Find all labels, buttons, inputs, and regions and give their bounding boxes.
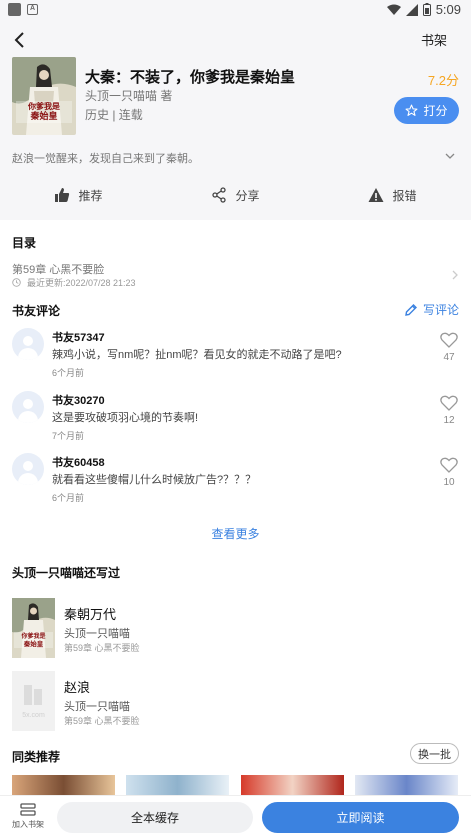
svg-text:你爹我是: 你爹我是: [27, 101, 60, 111]
clock: 5:09: [435, 2, 461, 17]
similar-book-cover[interactable]: [12, 775, 115, 795]
author-book-author: 头顶一只喵喵: [64, 701, 130, 713]
cache-all-button[interactable]: 全本缓存: [57, 802, 253, 833]
toc-update-text: 最近更新:2022/07/28 21:23: [27, 278, 136, 288]
author-book-chapter: 第59章 心黑不要脸: [64, 716, 140, 726]
battery-icon: [422, 3, 431, 16]
author-book-item[interactable]: 你爹我是 秦始皇 秦朝万代 头顶一只喵喵 第59章 心黑不要脸: [0, 598, 471, 660]
share-icon: [212, 187, 227, 203]
book-score: 7.2分: [427, 73, 459, 88]
book-author[interactable]: 头顶一只喵喵 著: [85, 87, 172, 104]
author-book-chapter: 第59章 心黑不要脸: [64, 643, 140, 653]
heart-icon[interactable]: [440, 332, 458, 348]
review-item: 书友30270 这是要攻破项羽心境的节奏啊! 7个月前 12: [0, 391, 471, 447]
similar-book-cover[interactable]: [355, 775, 458, 795]
placeholder-watermark: 5x.com: [22, 712, 45, 719]
similar-book-cover[interactable]: [126, 775, 229, 795]
review-text: 辣鸡小说，写nm呢？扯nm呢？看见女的就走不动路了是吧?: [52, 349, 342, 361]
clock-icon: [12, 278, 21, 287]
review-user: 书友60458: [52, 457, 105, 469]
review-item: 书友57347 辣鸡小说，写nm呢？扯nm呢？看见女的就走不动路了是吧? 6个月…: [0, 328, 471, 384]
review-time: 7个月前: [52, 431, 85, 441]
thumbs-up-icon: [55, 188, 70, 202]
chevron-right-icon[interactable]: [451, 270, 459, 280]
pencil-icon: [405, 303, 417, 316]
report-error-button[interactable]: 报错: [314, 180, 471, 210]
warning-icon: [368, 188, 384, 202]
read-now-button[interactable]: 立即阅读: [262, 802, 459, 833]
review-time: 6个月前: [52, 493, 85, 503]
action-row: 推荐 分享 报错: [0, 180, 471, 210]
add-to-shelf-button[interactable]: 加入书架: [8, 803, 48, 830]
swap-batch-button[interactable]: 换一批: [410, 743, 459, 764]
rate-button[interactable]: 打分: [394, 97, 459, 124]
author-book-title: 秦朝万代: [64, 607, 117, 622]
review-text: 就看看这些傻帽儿什么时候放广告?？？？: [52, 474, 257, 486]
book-genre: 历史 | 连载: [85, 108, 143, 122]
avatar: [12, 453, 44, 485]
avatar: [12, 328, 44, 360]
share-button[interactable]: 分享: [157, 180, 314, 210]
view-more-link[interactable]: 查看更多: [0, 525, 471, 542]
book-cover: 你爹我是 秦始皇: [12, 57, 76, 135]
heart-icon[interactable]: [440, 457, 458, 473]
rate-label: 打分: [423, 104, 448, 118]
book-cover: 你爹我是 秦始皇: [12, 598, 55, 658]
similar-book-cover[interactable]: [241, 775, 344, 795]
author-book-author: 头顶一只喵喵: [64, 628, 130, 640]
book-title: 大秦：不装了，你爹我是秦始皇: [85, 69, 296, 86]
reviews-title: 书友评论: [12, 304, 61, 318]
shelf-link[interactable]: 书架: [421, 30, 447, 49]
signal-icon: [405, 3, 418, 16]
review-item: 书友60458 就看看这些傻帽儿什么时候放广告?？？？ 6个月前 10: [0, 453, 471, 509]
chevron-down-icon[interactable]: [445, 151, 455, 161]
svg-text:秦始皇: 秦始皇: [29, 110, 57, 121]
book-intro: 赵浪一觉醒来，发现自己来到了秦朝。: [12, 153, 199, 165]
svg-text:你爹我是: 你爹我是: [20, 632, 46, 640]
avatar: [12, 391, 44, 423]
review-time: 6个月前: [52, 368, 85, 378]
a-notification-icon: A: [27, 4, 38, 15]
like-count: 12: [443, 415, 455, 426]
review-text: 这是要攻破项羽心境的节奏啊!: [52, 412, 199, 424]
share-label: 分享: [235, 188, 260, 203]
author-book-title: 赵浪: [64, 680, 91, 695]
back-arrow-icon[interactable]: [10, 30, 30, 50]
author-books-title: 头顶一只喵喵还写过: [12, 566, 121, 580]
toc-title: 目录: [12, 236, 37, 250]
similar-book-row: [12, 775, 471, 795]
recommend-button[interactable]: 推荐: [0, 180, 157, 210]
similar-title: 同类推荐: [12, 750, 61, 764]
book-header: 书架 你爹我是 秦始皇 大秦：不装了，你爹我是秦始皇 7.2分 头顶一只喵喵 著…: [0, 20, 471, 220]
review-user: 书友30270: [52, 395, 105, 407]
status-bar: A 5:09: [0, 0, 471, 20]
wifi-icon: [386, 4, 401, 15]
toc-latest-chapter[interactable]: 第59章 心黑不要脸: [12, 261, 104, 277]
heart-icon[interactable]: [440, 395, 458, 411]
app-notification-icon: [8, 3, 21, 16]
book-cover-placeholder: 5x.com: [12, 671, 55, 731]
svg-text:秦始皇: 秦始皇: [23, 639, 44, 648]
bottom-action-bar: 加入书架 全本缓存 立即阅读: [0, 795, 471, 839]
report-label: 报错: [392, 188, 417, 203]
review-user: 书友57347: [52, 332, 105, 344]
toc-update-time: 最近更新:2022/07/28 21:23: [12, 276, 136, 289]
write-review-label: 写评论: [422, 303, 459, 317]
add-to-shelf-label: 加入书架: [12, 820, 44, 829]
like-count: 10: [443, 477, 455, 488]
star-icon: [406, 104, 418, 116]
author-book-item[interactable]: 5x.com 赵浪 头顶一只喵喵 第59章 心黑不要脸: [0, 671, 471, 733]
bookshelf-icon: [20, 803, 36, 816]
write-review-button[interactable]: 写评论: [404, 301, 459, 318]
recommend-label: 推荐: [78, 188, 103, 203]
like-count: 47: [443, 352, 455, 363]
